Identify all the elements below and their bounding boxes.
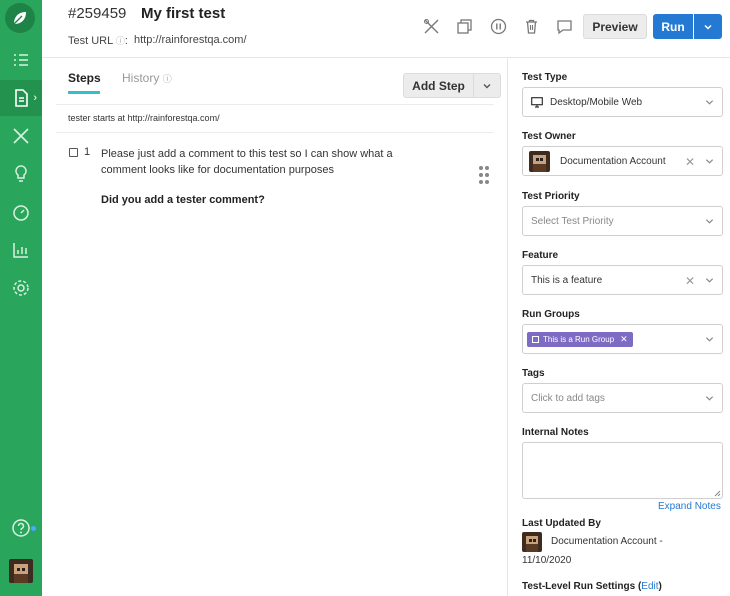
preview-button[interactable]: Preview bbox=[583, 14, 647, 39]
pause-icon[interactable] bbox=[488, 16, 508, 36]
comment-icon[interactable] bbox=[554, 16, 574, 36]
last-updated-account: Documentation Account - bbox=[551, 536, 663, 547]
chevron-down-icon bbox=[705, 159, 714, 164]
chevron-down-icon bbox=[705, 219, 714, 224]
steps-panel: Steps History ⓘ Add Step tester starts a… bbox=[42, 58, 507, 596]
internal-notes-label: Internal Notes bbox=[522, 427, 589, 438]
run-groups-label: Run Groups bbox=[522, 309, 580, 320]
active-tab-indicator bbox=[68, 91, 100, 94]
bar-chart-icon[interactable] bbox=[0, 232, 42, 268]
test-list-icon[interactable] bbox=[0, 42, 42, 78]
test-owner-label: Test Owner bbox=[522, 131, 576, 142]
tools-cross-icon[interactable] bbox=[421, 16, 441, 36]
tags-placeholder: Click to add tags bbox=[531, 393, 605, 404]
avatar bbox=[9, 559, 33, 583]
tab-history[interactable]: History ⓘ bbox=[122, 71, 172, 85]
duplicate-icon[interactable] bbox=[454, 16, 474, 36]
user-avatar[interactable] bbox=[0, 553, 42, 589]
divider bbox=[56, 132, 494, 133]
chevron-down-icon bbox=[705, 278, 714, 283]
test-priority-select[interactable]: Select Test Priority bbox=[522, 206, 723, 236]
chevron-down-icon bbox=[705, 100, 714, 105]
dashboard-gauge-icon[interactable] bbox=[0, 194, 42, 230]
step-action-text[interactable]: Please just add a comment to this test s… bbox=[101, 146, 401, 178]
divider bbox=[56, 104, 494, 105]
test-priority-placeholder: Select Test Priority bbox=[531, 216, 614, 227]
run-dropdown-button[interactable] bbox=[694, 14, 722, 39]
run-settings-heading: Test-Level Run Settings (Edit) bbox=[522, 581, 662, 592]
trash-icon[interactable] bbox=[521, 16, 541, 36]
run-group-chip: This is a Run Group ✕ bbox=[527, 332, 633, 347]
add-step-dropdown-button[interactable] bbox=[474, 73, 501, 98]
tags-label: Tags bbox=[522, 368, 545, 379]
drag-handle-icon[interactable] bbox=[479, 166, 491, 184]
test-settings-panel: Test Type Desktop/Mobile Web Test Owner … bbox=[507, 58, 730, 596]
test-type-select[interactable]: Desktop/Mobile Web bbox=[522, 87, 723, 117]
info-icon: ⓘ bbox=[115, 36, 125, 46]
sidebar: › bbox=[0, 0, 42, 596]
step-number: 1 bbox=[84, 146, 91, 158]
step-checkbox[interactable] bbox=[69, 148, 78, 157]
step-question-text[interactable]: Did you add a tester comment? bbox=[101, 194, 265, 206]
test-header: #259459 My first test Test URL ⓘ: http:/… bbox=[42, 0, 730, 58]
updater-avatar bbox=[522, 532, 542, 552]
test-title[interactable]: My first test bbox=[141, 5, 225, 22]
chevron-down-icon bbox=[483, 83, 491, 88]
test-priority-label: Test Priority bbox=[522, 191, 580, 202]
monitor-icon bbox=[531, 97, 543, 108]
test-url-label: Test URL ⓘ: bbox=[68, 35, 128, 47]
test-document-icon[interactable]: › bbox=[0, 80, 42, 116]
info-icon: ⓘ bbox=[162, 74, 172, 84]
last-updated-date: 11/10/2020 bbox=[522, 555, 572, 566]
run-groups-select[interactable]: This is a Run Group ✕ bbox=[522, 324, 723, 354]
owner-avatar bbox=[529, 151, 550, 172]
expand-notes-link[interactable]: Expand Notes bbox=[658, 501, 721, 512]
tags-select[interactable]: Click to add tags bbox=[522, 383, 723, 413]
chevron-right-icon: › bbox=[33, 92, 37, 104]
test-type-label: Test Type bbox=[522, 72, 568, 83]
tester-starts-url: tester starts at http://rainforestqa.com… bbox=[68, 113, 220, 123]
tab-steps[interactable]: Steps bbox=[68, 71, 101, 85]
internal-notes-textarea[interactable] bbox=[522, 442, 723, 499]
feature-select[interactable]: This is a feature ✕ bbox=[522, 265, 723, 295]
test-owner-value: Documentation Account bbox=[560, 156, 666, 167]
clear-icon[interactable]: ✕ bbox=[685, 155, 695, 169]
clear-icon[interactable]: ✕ bbox=[685, 274, 695, 288]
test-url-value[interactable]: http://rainforestqa.com/ bbox=[134, 34, 247, 46]
add-step-button[interactable]: Add Step bbox=[403, 73, 474, 98]
chevron-down-icon bbox=[705, 337, 714, 342]
test-type-value: Desktop/Mobile Web bbox=[550, 97, 643, 108]
test-owner-select[interactable]: Documentation Account ✕ bbox=[522, 146, 723, 176]
feature-label: Feature bbox=[522, 250, 559, 261]
chevron-down-icon bbox=[704, 24, 712, 30]
run-button[interactable]: Run bbox=[653, 14, 693, 39]
last-updated-label: Last Updated By bbox=[522, 518, 601, 529]
group-icon bbox=[532, 336, 539, 343]
chevron-down-icon bbox=[705, 396, 714, 401]
settings-gear-icon[interactable] bbox=[0, 270, 42, 306]
test-id: #259459 bbox=[68, 5, 127, 22]
leaf-logo-icon[interactable] bbox=[5, 3, 35, 33]
feature-value: This is a feature bbox=[531, 275, 603, 286]
tools-icon[interactable] bbox=[0, 118, 42, 154]
resize-handle-icon[interactable] bbox=[714, 490, 721, 497]
remove-chip-icon[interactable]: ✕ bbox=[620, 334, 628, 345]
notification-dot bbox=[31, 526, 36, 531]
edit-run-settings-link[interactable]: Edit bbox=[641, 581, 658, 592]
lightbulb-icon[interactable] bbox=[0, 156, 42, 192]
